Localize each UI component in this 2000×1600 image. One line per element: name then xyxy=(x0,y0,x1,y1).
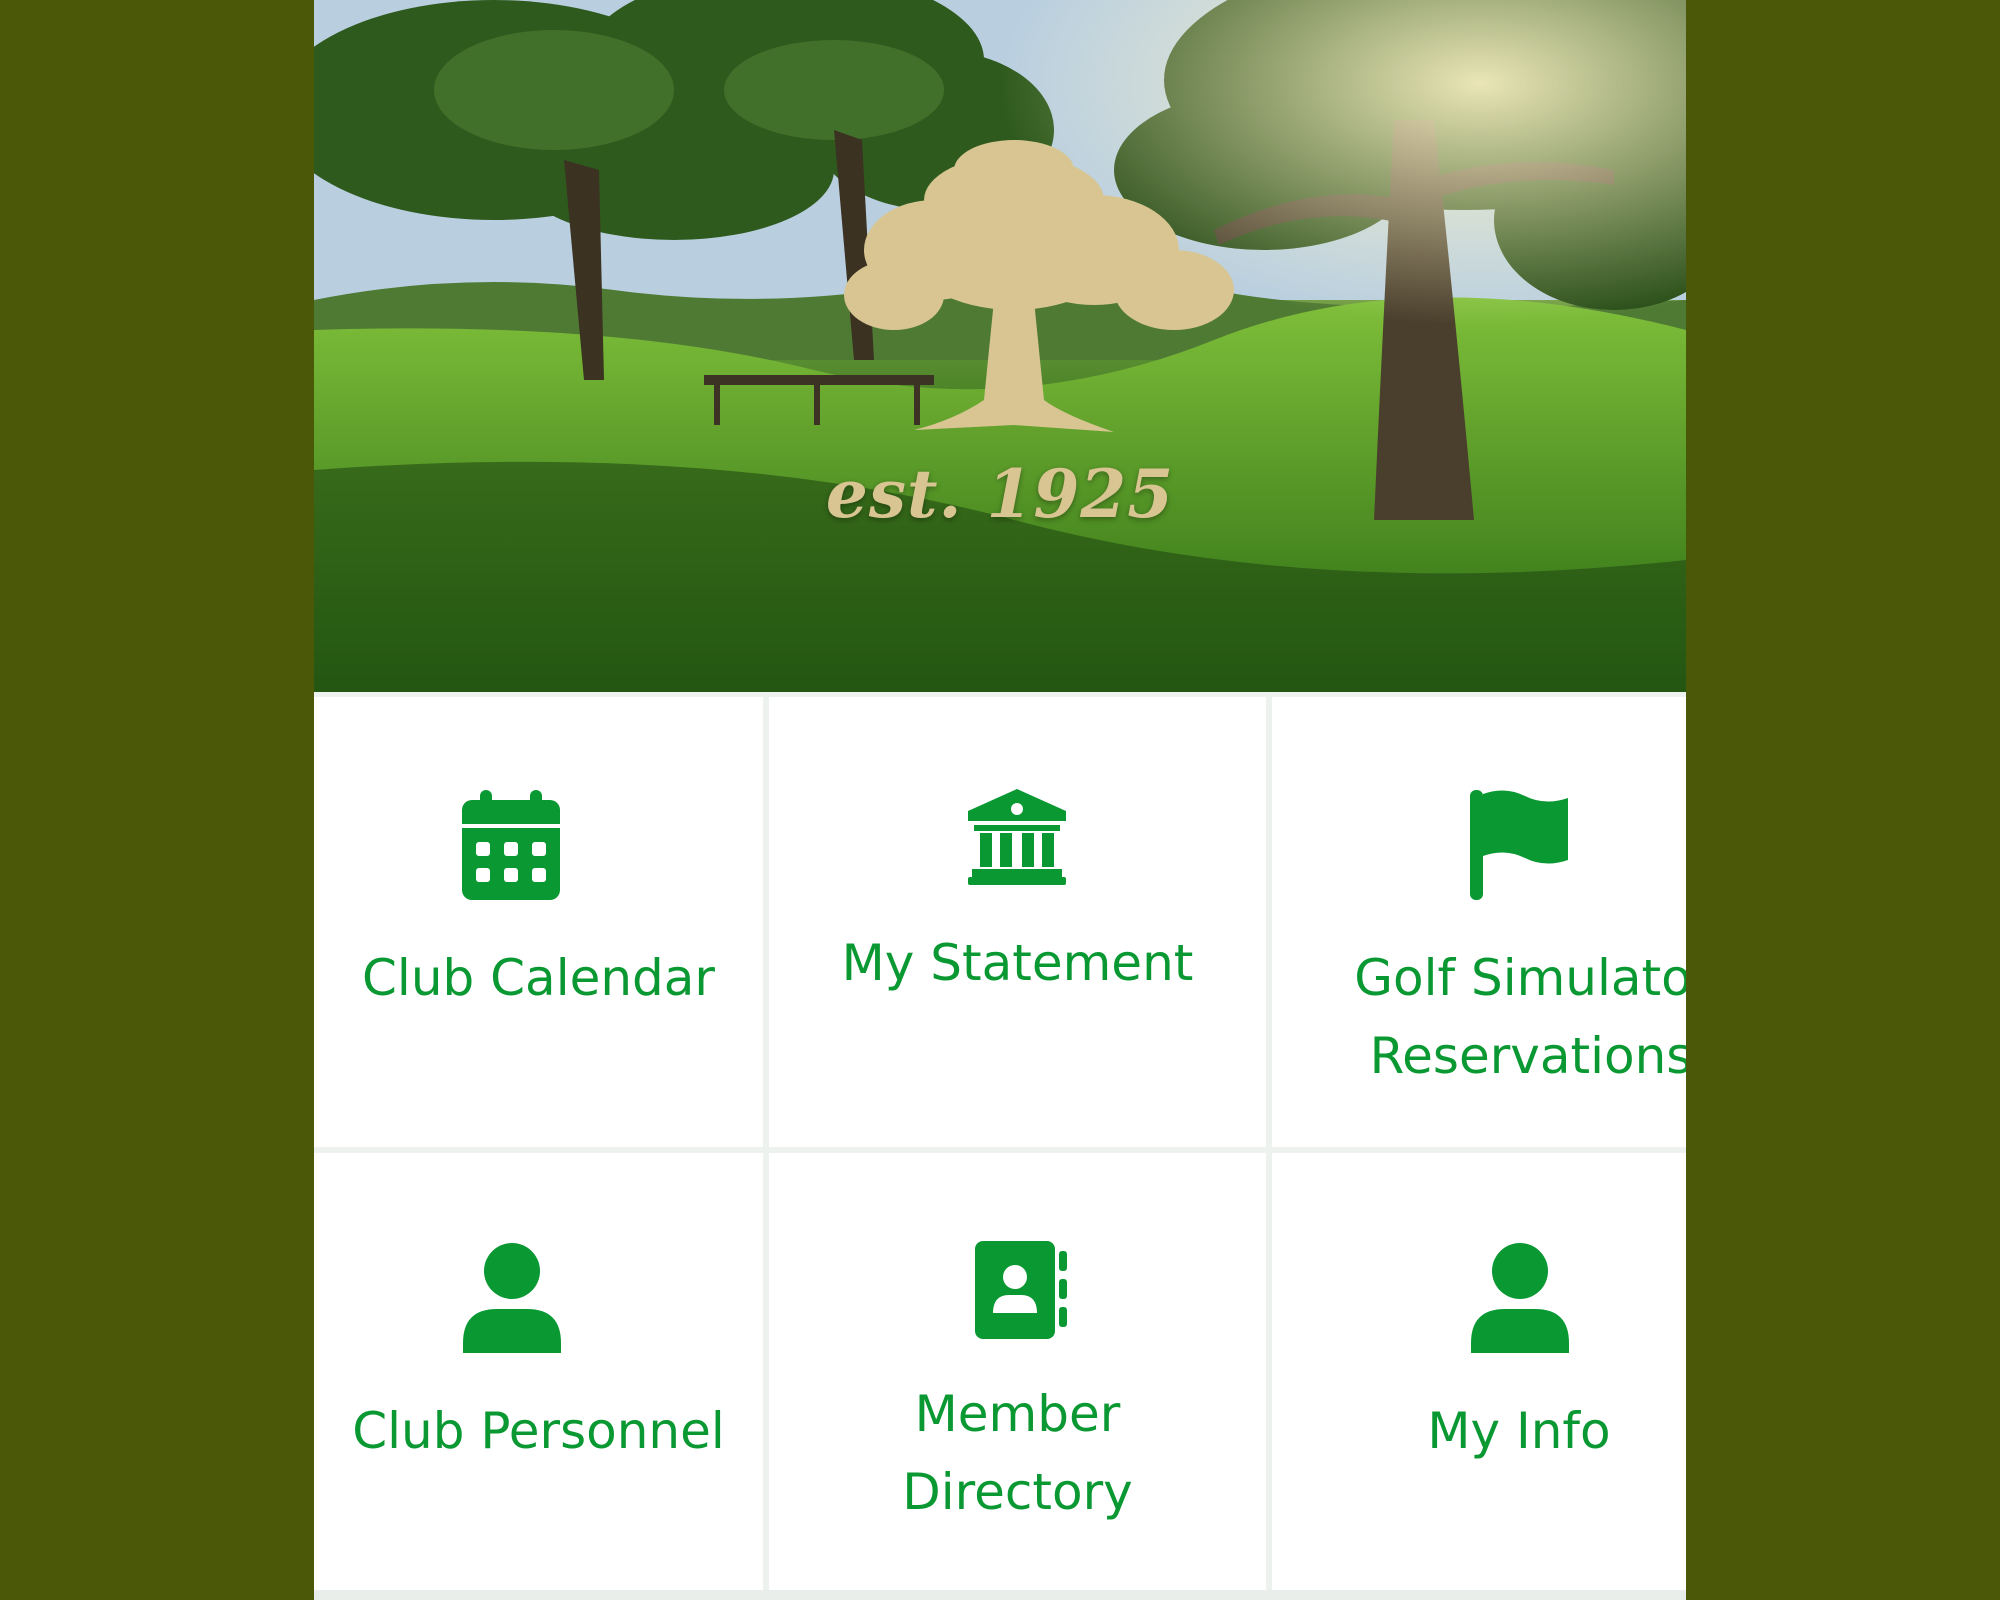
bottom-divider xyxy=(314,1590,1686,1600)
club-calendar-label: Club Calendar xyxy=(362,949,715,1007)
hero-banner: est. 1925 xyxy=(314,0,1686,692)
flag-icon xyxy=(1470,790,1568,900)
golf-simulator-tile[interactable]: Golf Simulato Reservations xyxy=(1272,697,1686,1147)
bank-icon xyxy=(968,789,1066,885)
est-year-text: est. 1925 xyxy=(825,455,1175,533)
member-directory-label-line2: Directory xyxy=(902,1463,1133,1521)
user-icon xyxy=(1471,1243,1569,1353)
my-info-label: My Info xyxy=(1427,1402,1611,1460)
my-info-tile[interactable]: My Info xyxy=(1272,1153,1686,1590)
my-statement-label: My Statement xyxy=(841,934,1194,992)
user-icon xyxy=(463,1243,561,1353)
club-calendar-tile[interactable]: Club Calendar xyxy=(314,697,763,1147)
member-directory-label: Member Directory xyxy=(769,1375,1266,1531)
golf-simulator-label-line1: Golf Simulato xyxy=(1354,949,1686,1007)
club-personnel-tile[interactable]: Club Personnel xyxy=(314,1153,763,1590)
app-container: est. 1925 Club Calendar My Statement Gol… xyxy=(314,0,1686,1600)
member-directory-label-line1: Member xyxy=(914,1385,1121,1443)
address-book-icon xyxy=(975,1241,1067,1339)
calendar-icon xyxy=(462,790,560,900)
golf-simulator-label: Golf Simulato Reservations xyxy=(1306,939,1686,1095)
member-directory-tile[interactable]: Member Directory xyxy=(769,1153,1266,1590)
club-personnel-label: Club Personnel xyxy=(352,1402,725,1460)
golf-simulator-label-line2: Reservations xyxy=(1369,1027,1686,1085)
golf-course-image xyxy=(314,0,1686,692)
my-statement-tile[interactable]: My Statement xyxy=(769,697,1266,1147)
